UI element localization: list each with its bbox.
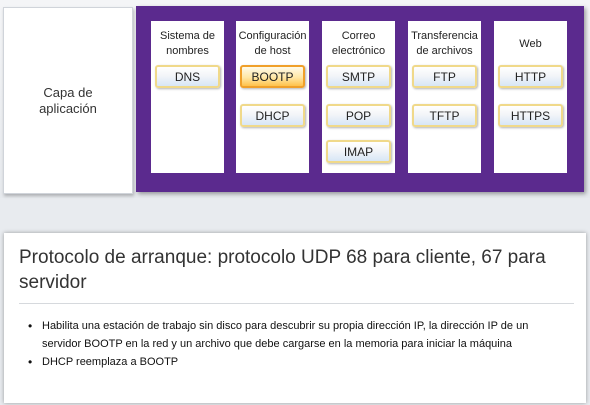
protocol-smtp-button[interactable]: SMTP [326, 65, 391, 88]
protocol-http-button[interactable]: HTTP [498, 65, 563, 88]
diagram-area: Capa de aplicación Sistema de nombres DN… [0, 0, 590, 198]
protocol-imap-button[interactable]: IMAP [326, 140, 391, 163]
column-title: Sistema de nombres [159, 30, 216, 57]
protocol-pop-button[interactable]: POP [326, 104, 391, 127]
protocol-dhcp-button[interactable]: DHCP [240, 104, 305, 127]
column-title: Configuración de host [238, 30, 307, 57]
bullet-item: Habilita una estación de trabajo sin dis… [28, 317, 568, 353]
column-email: Correo electrónico SMTP POP IMAP [322, 21, 395, 173]
divider [19, 303, 574, 304]
protocol-tftp-button[interactable]: TFTP [412, 104, 477, 127]
column-title: Transferencia de archivos [411, 30, 478, 57]
bullet-list: Habilita una estación de trabajo sin dis… [28, 317, 568, 371]
column-host-config: Configuración de host BOOTP DHCP [236, 21, 309, 173]
protocol-bootp-button[interactable]: BOOTP [240, 65, 305, 88]
protocol-https-button[interactable]: HTTPS [498, 104, 563, 127]
application-layer-label: Capa de aplicación [3, 7, 133, 194]
column-title: Correo electrónico [331, 30, 386, 57]
column-file-transfer: Transferencia de archivos FTP TFTP [408, 21, 481, 173]
info-title: Protocolo de arranque: protocolo UDP 68 … [19, 247, 546, 293]
bullet-item: DHCP reemplaza a BOOTP [28, 353, 568, 371]
protocol-dns-button[interactable]: DNS [155, 65, 220, 88]
protocol-panel: Sistema de nombres DNS Configuración de … [136, 6, 584, 192]
protocol-ftp-button[interactable]: FTP [412, 65, 477, 88]
column-web: Web HTTP HTTPS [494, 21, 567, 173]
column-title: Web [519, 38, 542, 50]
application-layer-text: Capa de aplicación [39, 84, 97, 116]
column-name-system: Sistema de nombres DNS [151, 21, 224, 173]
info-card: Protocolo de arranque: protocolo UDP 68 … [4, 233, 586, 403]
